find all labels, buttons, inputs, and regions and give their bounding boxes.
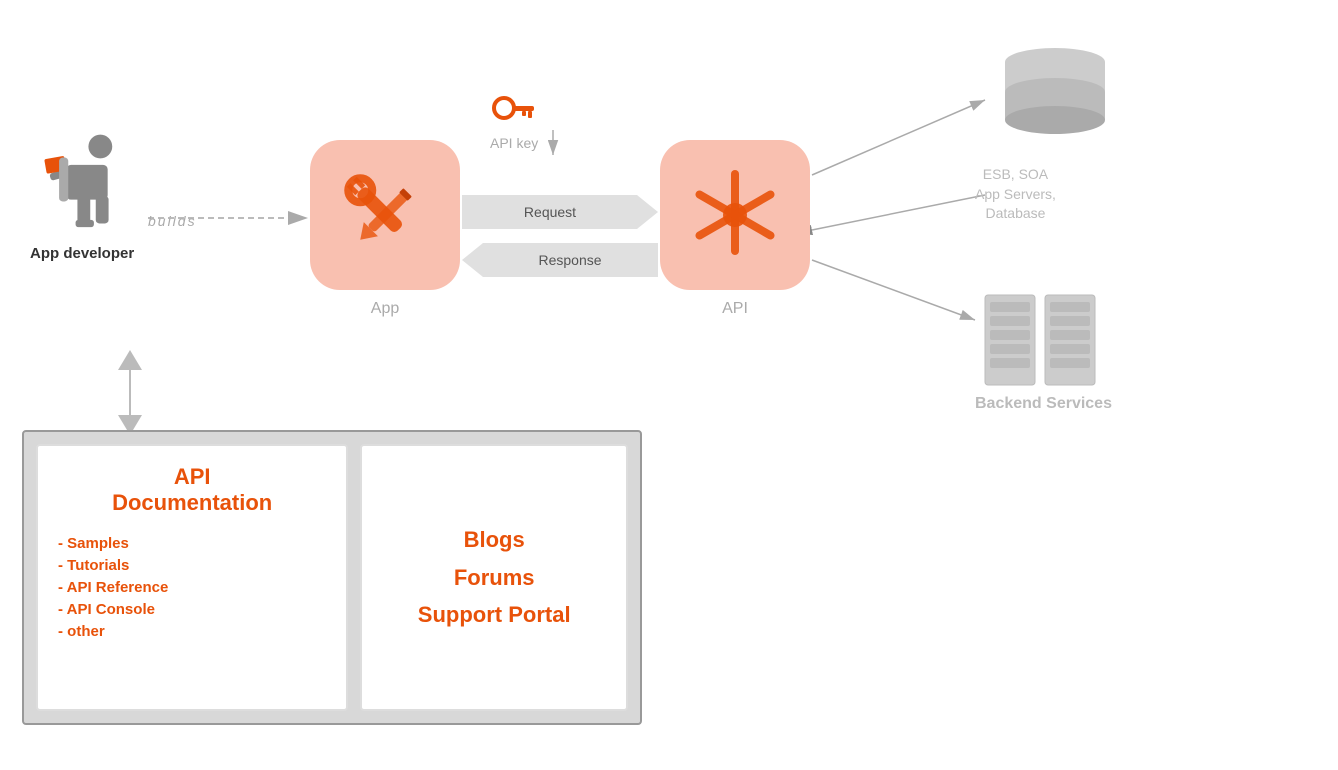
api-label: API bbox=[660, 300, 810, 318]
community-title: BlogsForumsSupport Portal bbox=[418, 521, 571, 633]
esb-soa-icon bbox=[990, 40, 1120, 160]
svg-text:Request: Request bbox=[524, 204, 576, 220]
app-icon-svg bbox=[330, 160, 440, 270]
svg-text:Response: Response bbox=[538, 252, 601, 268]
app-icon bbox=[310, 140, 460, 290]
doc-item-tutorials: - Tutorials bbox=[58, 557, 326, 574]
backend-services-icon bbox=[980, 290, 1110, 390]
doc-item-samples: - Samples bbox=[58, 535, 326, 552]
community-box: BlogsForumsSupport Portal bbox=[360, 444, 628, 711]
app-developer: App developer bbox=[30, 130, 134, 262]
diagram-container: App developer builds App bbox=[0, 0, 1338, 770]
bottom-section: APIDocumentation - Samples - Tutorials -… bbox=[22, 430, 642, 725]
doc-item-other: - other bbox=[58, 623, 326, 640]
response-arrow: Response bbox=[462, 243, 658, 277]
request-response-arrows: Request Response bbox=[462, 195, 658, 277]
builds-arrow: builds bbox=[148, 213, 201, 229]
server-icon bbox=[980, 290, 1110, 390]
api-documentation-box: APIDocumentation - Samples - Tutorials -… bbox=[36, 444, 348, 711]
database-icon bbox=[990, 40, 1120, 160]
builds-label: builds bbox=[148, 213, 197, 229]
person-icon bbox=[37, 130, 127, 240]
api-icon-svg bbox=[680, 160, 790, 270]
api-key-area: API key bbox=[490, 90, 538, 151]
api-key-label: API key bbox=[490, 135, 538, 151]
key-icon bbox=[492, 90, 537, 130]
esb-soa-label: ESB, SOA App Servers, Database bbox=[975, 165, 1056, 224]
api-icon bbox=[660, 140, 810, 290]
app-label: App bbox=[310, 300, 460, 318]
backend-services-label: Backend Services bbox=[975, 395, 1112, 413]
api-doc-title: APIDocumentation bbox=[58, 464, 326, 517]
request-arrow: Request bbox=[462, 195, 658, 229]
doc-item-api-reference: - API Reference bbox=[58, 579, 326, 596]
doc-item-api-console: - API Console bbox=[58, 601, 326, 618]
app-developer-label: App developer bbox=[30, 245, 134, 262]
api-doc-items: - Samples - Tutorials - API Reference - … bbox=[58, 535, 326, 640]
